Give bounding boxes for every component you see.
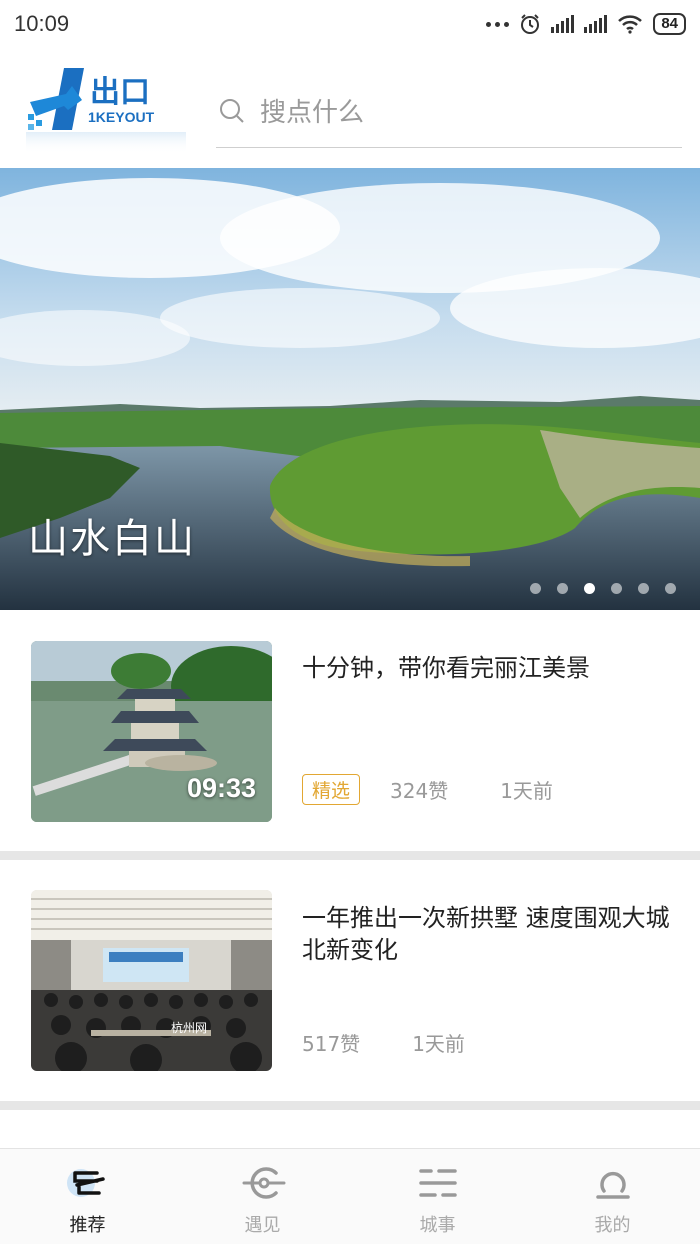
meeting-thumbnail-image: 杭州网 xyxy=(31,890,272,1071)
search-placeholder: 搜点什么 xyxy=(260,98,365,128)
featured-badge: 精选 xyxy=(302,774,361,805)
feed-item[interactable]: 杭州网 一年推出一次新拱墅 速度围观大城北新变化 517赞 1天前 xyxy=(0,860,700,1100)
video-thumbnail[interactable]: 09:33 xyxy=(31,641,272,822)
nav-label: 遇见 xyxy=(244,1215,281,1236)
feed-divider xyxy=(0,851,700,860)
carousel-dot[interactable] xyxy=(530,583,541,594)
nav-label: 城事 xyxy=(419,1215,456,1236)
nav-tab-profile[interactable]: 我的 xyxy=(525,1149,700,1244)
logo-mark: 出口 1KEYOUT xyxy=(26,68,186,154)
profile-icon xyxy=(595,1171,630,1199)
meet-icon xyxy=(242,1167,285,1199)
status-icons: 84 xyxy=(486,13,686,35)
feed-item-title[interactable]: 一年推出一次新拱墅 速度围观大城北新变化 xyxy=(302,902,682,966)
like-count: 517赞 xyxy=(302,1032,361,1056)
svg-text:1KEYOUT: 1KEYOUT xyxy=(88,109,155,125)
feed-item-meta: 精选 324赞 1天前 xyxy=(302,774,553,805)
nav-tab-city[interactable]: 城事 xyxy=(350,1149,525,1244)
app-logo[interactable]: 出口 1KEYOUT xyxy=(26,66,186,154)
wifi-icon xyxy=(618,15,643,34)
signal-icon xyxy=(551,15,575,33)
battery-icon: 84 xyxy=(653,13,686,35)
post-time: 1天前 xyxy=(412,1032,465,1056)
like-count: 324赞 xyxy=(390,779,449,803)
status-bar: 10:09 84 xyxy=(0,0,700,48)
nav-tab-meet[interactable]: 遇见 xyxy=(175,1149,350,1244)
bottom-navigation: 推荐 遇见 城事 我的 xyxy=(0,1148,700,1244)
signal-icon-2 xyxy=(584,15,608,33)
carousel-indicator xyxy=(530,583,676,594)
recommend-icon xyxy=(66,1169,105,1197)
carousel-dot[interactable] xyxy=(557,583,568,594)
app-header: 出口 1KEYOUT 搜点什么 xyxy=(0,48,700,168)
carousel-dot[interactable] xyxy=(638,583,649,594)
svg-text:杭州网: 杭州网 xyxy=(171,1020,207,1035)
svg-text:出口: 出口 xyxy=(90,75,150,110)
status-time: 10:09 xyxy=(14,11,70,36)
video-thumbnail[interactable]: 杭州网 xyxy=(31,890,272,1071)
feed-divider xyxy=(0,1101,700,1110)
more-dots-icon xyxy=(486,21,510,27)
banner-title: 山水白山 xyxy=(28,516,196,562)
video-duration: 09:33 xyxy=(186,773,256,803)
alarm-icon xyxy=(521,14,540,34)
city-icon xyxy=(418,1169,457,1197)
carousel-dot-active[interactable] xyxy=(584,583,595,594)
search-icon xyxy=(220,98,244,123)
feed-item[interactable]: 09:33 十分钟，带你看完丽江美景 精选 324赞 1天前 xyxy=(0,610,700,850)
nav-tab-recommend[interactable]: 推荐 xyxy=(0,1149,175,1244)
nav-label: 我的 xyxy=(594,1215,631,1236)
nav-label: 推荐 xyxy=(69,1215,106,1236)
banner-carousel[interactable]: 山水白山 xyxy=(0,168,700,610)
carousel-dot[interactable] xyxy=(665,583,676,594)
carousel-dot[interactable] xyxy=(611,583,622,594)
post-time: 1天前 xyxy=(500,779,553,803)
search-bar[interactable]: 搜点什么 xyxy=(216,74,682,148)
feed-item-title[interactable]: 十分钟，带你看完丽江美景 xyxy=(302,652,682,684)
feed-item-meta: 517赞 1天前 xyxy=(302,1028,465,1057)
